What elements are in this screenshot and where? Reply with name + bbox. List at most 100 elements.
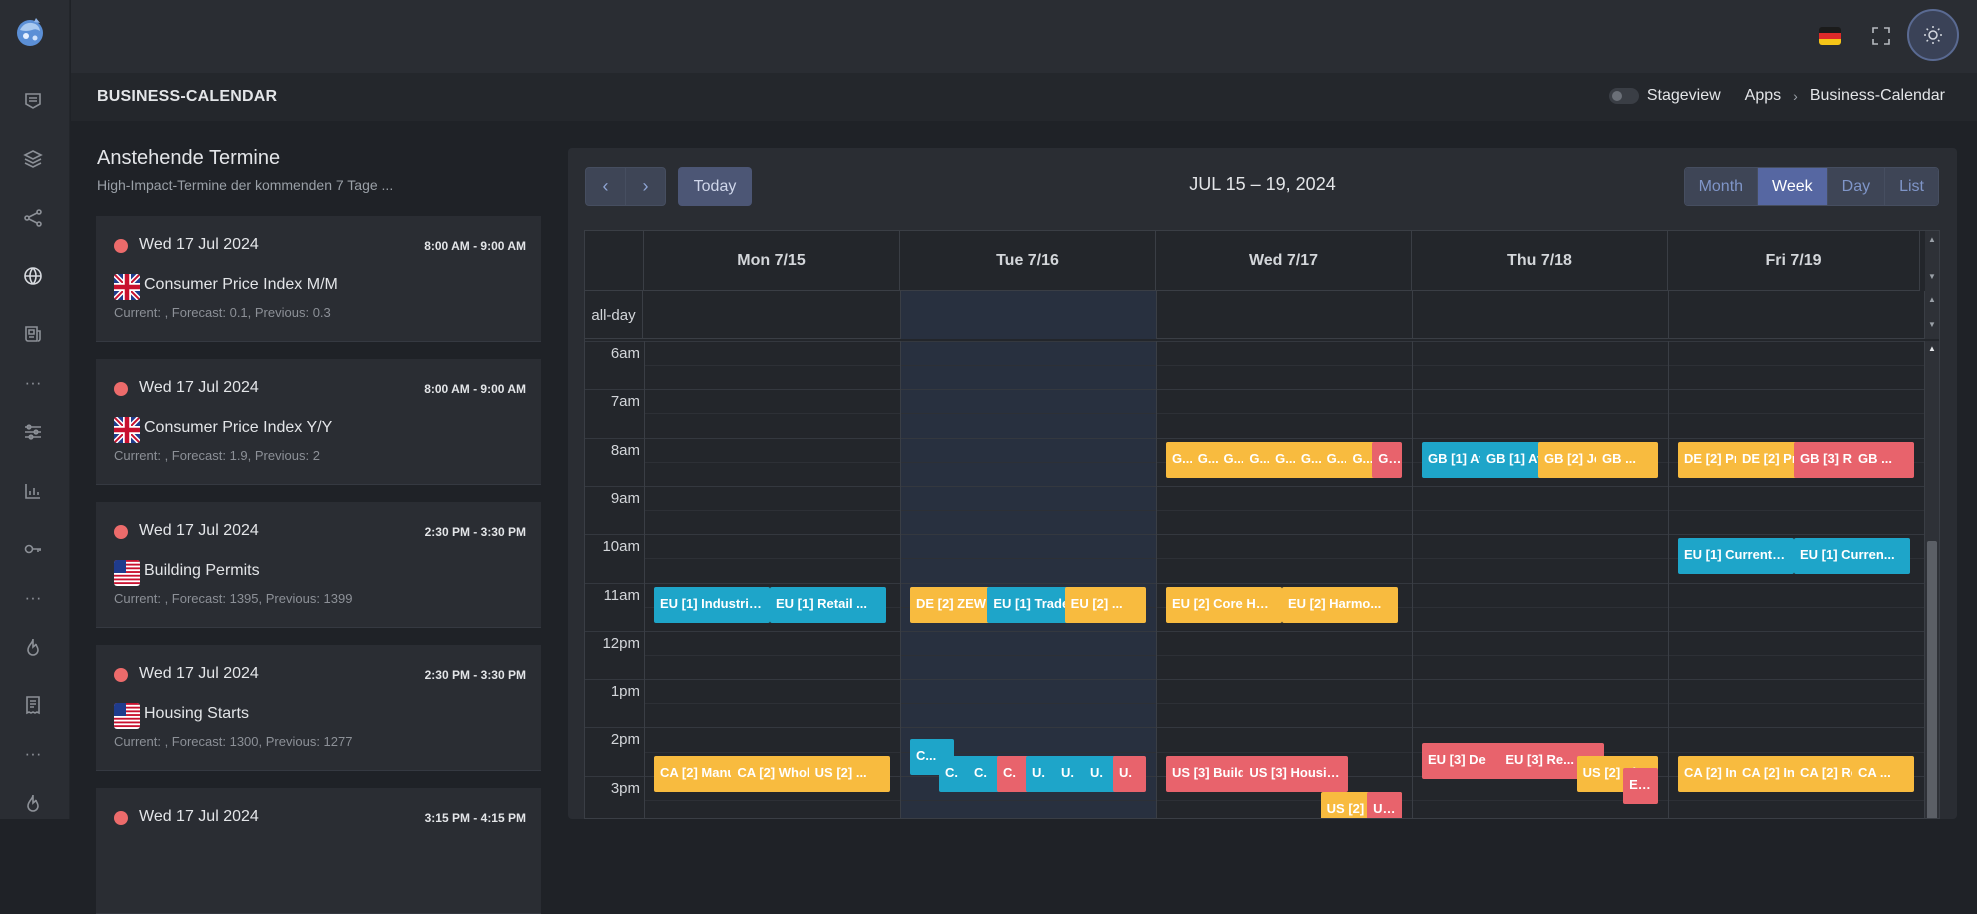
slot-line (644, 510, 1925, 512)
globe-icon[interactable] (22, 265, 44, 287)
column-divider (1668, 291, 1669, 339)
newspaper-icon[interactable] (22, 323, 44, 345)
sub-header: BUSINESS-CALENDAR Stageview Apps › Busin… (71, 73, 1977, 121)
day-header[interactable]: Wed 7/17 (1156, 231, 1412, 291)
event-card[interactable]: Wed 17 Jul 2024 2:30 PM - 3:30 PM Housing … (96, 645, 541, 771)
impact-dot (114, 811, 128, 825)
event-meta: Current: , Forecast: 1395, Previous: 139… (114, 591, 353, 606)
event-card[interactable]: Wed 17 Jul 2024 8:00 AM - 9:00 AM Consumer… (96, 216, 541, 342)
theme-toggle-button[interactable] (1907, 9, 1959, 61)
hour-label: 11am (603, 586, 640, 604)
stageview-label: Stageview (1646, 87, 1721, 104)
event-meta: Current: , Forecast: 0.1, Previous: 0.3 (114, 305, 331, 320)
calendar-event[interactable]: EU [1] Industrial Production (654, 586, 770, 623)
breadcrumb-apps[interactable]: Apps (1745, 87, 1781, 105)
slot-line (585, 679, 1925, 681)
chevron-left-icon: ‹ (602, 176, 609, 196)
event-date: Wed 17 Jul 2024 (139, 522, 259, 539)
day-header[interactable]: Mon 7/15 (644, 231, 900, 291)
slot-line (644, 654, 1925, 656)
more-dots-icon[interactable]: ··· (22, 587, 44, 609)
event-card[interactable]: Wed 17 Jul 2024 3:15 PM - 4:15 PM (96, 788, 541, 914)
us-flag-icon (114, 560, 140, 586)
key-icon[interactable] (22, 538, 44, 560)
event-card[interactable]: Wed 17 Jul 2024 2:30 PM - 3:30 PM Building… (96, 502, 541, 628)
receipt-icon[interactable] (22, 694, 44, 716)
today-allday-highlight (900, 291, 1156, 339)
breadcrumb: Stageview Apps › Business-Calendar (1608, 87, 1945, 105)
calendar-event[interactable]: EU [1] Curren... (1794, 538, 1910, 575)
calendar-event[interactable]: EU [2] ... (1064, 586, 1146, 623)
uk-flag-icon (114, 417, 140, 443)
calendar-event[interactable]: EU [2] Core Harmonized (1166, 586, 1282, 623)
allday-row: all-day (585, 291, 1925, 339)
sliders-icon[interactable] (22, 421, 44, 443)
prev-button[interactable]: ‹ (585, 167, 626, 206)
view-month-button[interactable]: Month (1684, 168, 1759, 205)
event-date: Wed 17 Jul 2024 (139, 808, 259, 825)
event-time: 2:30 PM - 3:30 PM (424, 668, 526, 682)
calendar-event[interactable]: CA ... (1852, 755, 1914, 792)
day-header[interactable]: Thu 7/18 (1412, 231, 1668, 291)
stageview-toggle[interactable] (1608, 88, 1639, 104)
sidebar: ··· ··· ··· (0, 0, 70, 819)
slot-line (585, 437, 1925, 439)
event-time: 3:15 PM - 4:15 PM (424, 811, 526, 825)
event-card[interactable]: Wed 17 Jul 2024 8:00 AM - 9:00 AM Consumer… (96, 359, 541, 485)
allday-scrollbar[interactable]: ▲ ▼ (1925, 291, 1939, 339)
slot-line (585, 485, 1925, 487)
next-button[interactable]: › (625, 167, 666, 206)
share-nodes-icon[interactable] (22, 207, 44, 229)
more-dots-icon[interactable]: ··· (22, 743, 44, 765)
fire-icon[interactable] (22, 792, 44, 814)
calendar-event[interactable]: US [2] ... (808, 755, 890, 792)
time-scrollbar[interactable]: ▲ (1925, 341, 1939, 818)
today-button[interactable]: Today (678, 167, 752, 206)
slot-line (644, 413, 1925, 415)
calendar-event[interactable]: EU [1] Current Account (1678, 538, 1794, 575)
scrollbar-thumb[interactable] (1927, 541, 1937, 818)
fire-icon[interactable] (22, 636, 44, 658)
app-logo[interactable] (12, 14, 48, 50)
calendar-event[interactable]: EU [2] Harmo... (1282, 586, 1398, 623)
fullscreen-icon[interactable] (1867, 22, 1895, 50)
calendar-event[interactable]: EU ... (1623, 767, 1658, 804)
calendar-event[interactable]: G... (1372, 441, 1402, 478)
calendar-event[interactable]: U. (1113, 755, 1146, 792)
event-date: Wed 17 Jul 2024 (139, 236, 259, 253)
view-list-button[interactable]: List (1885, 168, 1938, 205)
event-time: 8:00 AM - 9:00 AM (424, 382, 526, 396)
day-header[interactable]: Tue 7/16 (900, 231, 1156, 291)
event-time: 2:30 PM - 3:30 PM (424, 525, 526, 539)
sun-icon (1924, 26, 1942, 44)
hour-label: 6am (610, 345, 640, 362)
calendar-event[interactable]: US [3] Housin... (1243, 755, 1348, 792)
allday-label: all-day (585, 291, 643, 339)
view-week-button[interactable]: Week (1758, 168, 1828, 205)
calendar-event[interactable]: GB ... (1596, 441, 1658, 478)
calendar-event[interactable]: US ... (1367, 791, 1402, 818)
more-dots-icon[interactable]: ··· (22, 372, 44, 394)
german-flag-icon[interactable] (1816, 22, 1844, 50)
column-divider (1668, 341, 1669, 818)
chart-icon[interactable] (22, 480, 44, 502)
shield-icon[interactable] (22, 90, 44, 112)
top-bar (71, 0, 1977, 73)
day-header[interactable]: Fri 7/19 (1668, 231, 1920, 291)
impact-dot (114, 668, 128, 682)
column-divider (900, 341, 901, 818)
hour-label: 10am (602, 538, 640, 556)
view-day-button[interactable]: Day (1827, 168, 1886, 205)
upcoming-title: Anstehende Termine (97, 147, 281, 169)
hour-label: 8am (610, 441, 640, 459)
calendar-event[interactable]: GB ... (1852, 441, 1914, 478)
calendar-event[interactable]: EU [1] Retail ... (770, 586, 886, 623)
time-grid[interactable]: 6am 7am 8am 9am 10am 11am 12pm 1pm 2pm 3pm EU [1] … (585, 341, 1925, 818)
slot-line (585, 341, 1925, 342)
layers-icon[interactable] (22, 148, 44, 170)
chevron-right-icon: › (642, 176, 649, 196)
header-scrollbar[interactable]: ▲ ▼ (1925, 231, 1939, 291)
view-switcher: Month Week Day List (1683, 167, 1939, 206)
event-time: 8:00 AM - 9:00 AM (424, 239, 526, 253)
upcoming-subtitle: High-Impact-Termine der kommenden 7 Tage… (97, 177, 394, 193)
